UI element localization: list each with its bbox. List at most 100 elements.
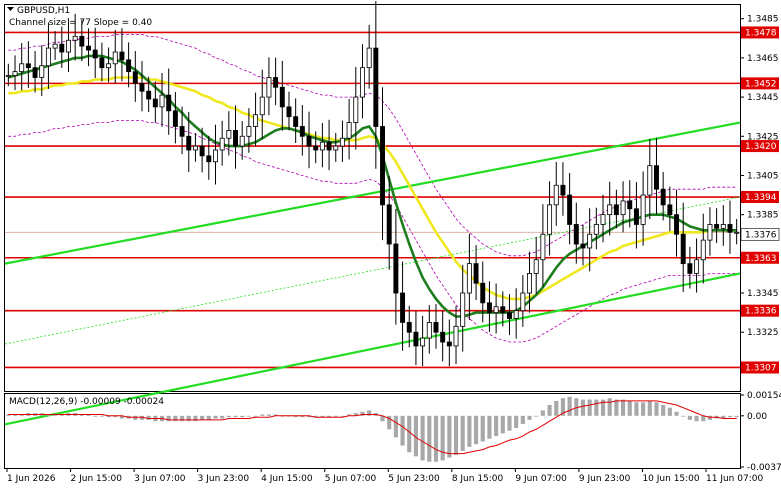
- candle: [393, 208, 399, 325]
- candle-body: [186, 135, 192, 151]
- candle-body: [453, 325, 459, 347]
- candle: [400, 261, 406, 351]
- candle: [660, 171, 666, 221]
- candle-body: [106, 63, 112, 69]
- candle-body: [633, 208, 639, 225]
- x-tick-label: 3 Jun 07:00: [134, 474, 186, 484]
- candle-body: [72, 35, 78, 41]
- candle-body: [119, 51, 125, 61]
- candle-body: [700, 239, 706, 261]
- candle: [540, 204, 546, 287]
- candle: [680, 202, 686, 292]
- candle: [293, 98, 299, 143]
- macd-histogram-bar: [540, 410, 545, 416]
- candle-body: [593, 224, 599, 235]
- candle-body: [313, 145, 319, 151]
- macd-histogram-bar: [246, 415, 251, 417]
- macd-histogram-bar: [587, 399, 592, 416]
- candle-body: [393, 243, 399, 294]
- candle: [353, 67, 359, 150]
- macd-histogram-bar: [594, 399, 599, 416]
- candle: [219, 120, 225, 166]
- candle: [286, 91, 292, 131]
- macd-histogram-bar: [200, 415, 205, 420]
- macd-histogram-bar: [634, 402, 639, 416]
- candle-body: [640, 194, 646, 225]
- candle: [326, 119, 332, 171]
- macd-histogram-bar: [240, 415, 245, 418]
- macd-histogram-bar: [266, 414, 272, 416]
- candle-body: [253, 114, 259, 127]
- candle-body: [233, 130, 238, 147]
- candle-body: [667, 204, 673, 216]
- macd-histogram-bar: [647, 400, 652, 416]
- candle-body: [12, 71, 18, 76]
- macd-histogram-bar: [547, 404, 552, 416]
- candle: [640, 171, 646, 246]
- candle-body: [52, 43, 58, 49]
- candle-body: [353, 96, 359, 123]
- candle-body: [293, 116, 299, 127]
- y-tick-label: 1.3345: [747, 289, 779, 299]
- macd-histogram-bar: [580, 399, 586, 416]
- candle: [32, 50, 38, 93]
- ma-fast-line: [7, 54, 737, 318]
- macd-histogram-bar: [393, 415, 398, 438]
- candle: [707, 207, 713, 256]
- candle-body: [146, 90, 152, 100]
- candle: [112, 29, 118, 84]
- candle: [720, 205, 726, 246]
- candle: [613, 189, 619, 229]
- macd-histogram-bar: [734, 415, 739, 418]
- candle: [192, 132, 198, 162]
- level-price-label: 1.3363: [745, 254, 777, 264]
- candle-body: [513, 310, 519, 319]
- candle-body: [5, 75, 11, 77]
- candle-body: [179, 126, 185, 137]
- macd-histogram-bar: [687, 415, 692, 420]
- y-tick-label: 1.3405: [747, 171, 779, 181]
- macd-histogram-bar: [554, 400, 559, 416]
- candle-body: [339, 137, 345, 147]
- candle-body: [373, 47, 379, 127]
- candle: [460, 264, 466, 352]
- candle: [513, 288, 519, 339]
- macd-histogram-bar: [567, 396, 572, 416]
- candle-body: [286, 106, 292, 118]
- candle: [172, 91, 178, 144]
- x-tick-label: 9 Jun 07:00: [515, 474, 567, 484]
- candle: [12, 55, 18, 91]
- candle-body: [192, 145, 198, 151]
- candle-body: [346, 122, 352, 139]
- candle-body: [727, 224, 733, 233]
- x-tick-label: 11 Jun 07:00: [706, 474, 763, 484]
- candle: [714, 208, 720, 244]
- macd-histogram-bar: [433, 415, 439, 462]
- candle-body: [493, 306, 499, 314]
- candle-body: [19, 63, 25, 73]
- candle: [493, 283, 499, 334]
- candle-body: [306, 135, 312, 147]
- candle: [306, 111, 312, 169]
- candle-body: [326, 141, 332, 151]
- candle-body: [627, 200, 633, 210]
- candle: [420, 315, 426, 367]
- candle-body: [333, 145, 339, 151]
- candle: [253, 92, 259, 147]
- macd-histogram-bar: [447, 415, 452, 458]
- candle-body: [139, 82, 145, 92]
- candle-body: [25, 63, 31, 69]
- candle-body: [647, 165, 653, 196]
- candle: [52, 31, 58, 60]
- candle-body: [59, 43, 65, 53]
- candle-body: [587, 233, 593, 249]
- candle-body: [533, 259, 539, 274]
- candle-body: [420, 337, 426, 347]
- candle-body: [112, 51, 118, 65]
- candle: [560, 162, 566, 216]
- candle-body: [520, 292, 526, 312]
- dropdown-triangle-icon[interactable]: [7, 7, 14, 11]
- candle-body: [734, 231, 740, 234]
- x-tick-label: 5 Jun 07:00: [325, 474, 377, 484]
- candle-body: [159, 94, 165, 108]
